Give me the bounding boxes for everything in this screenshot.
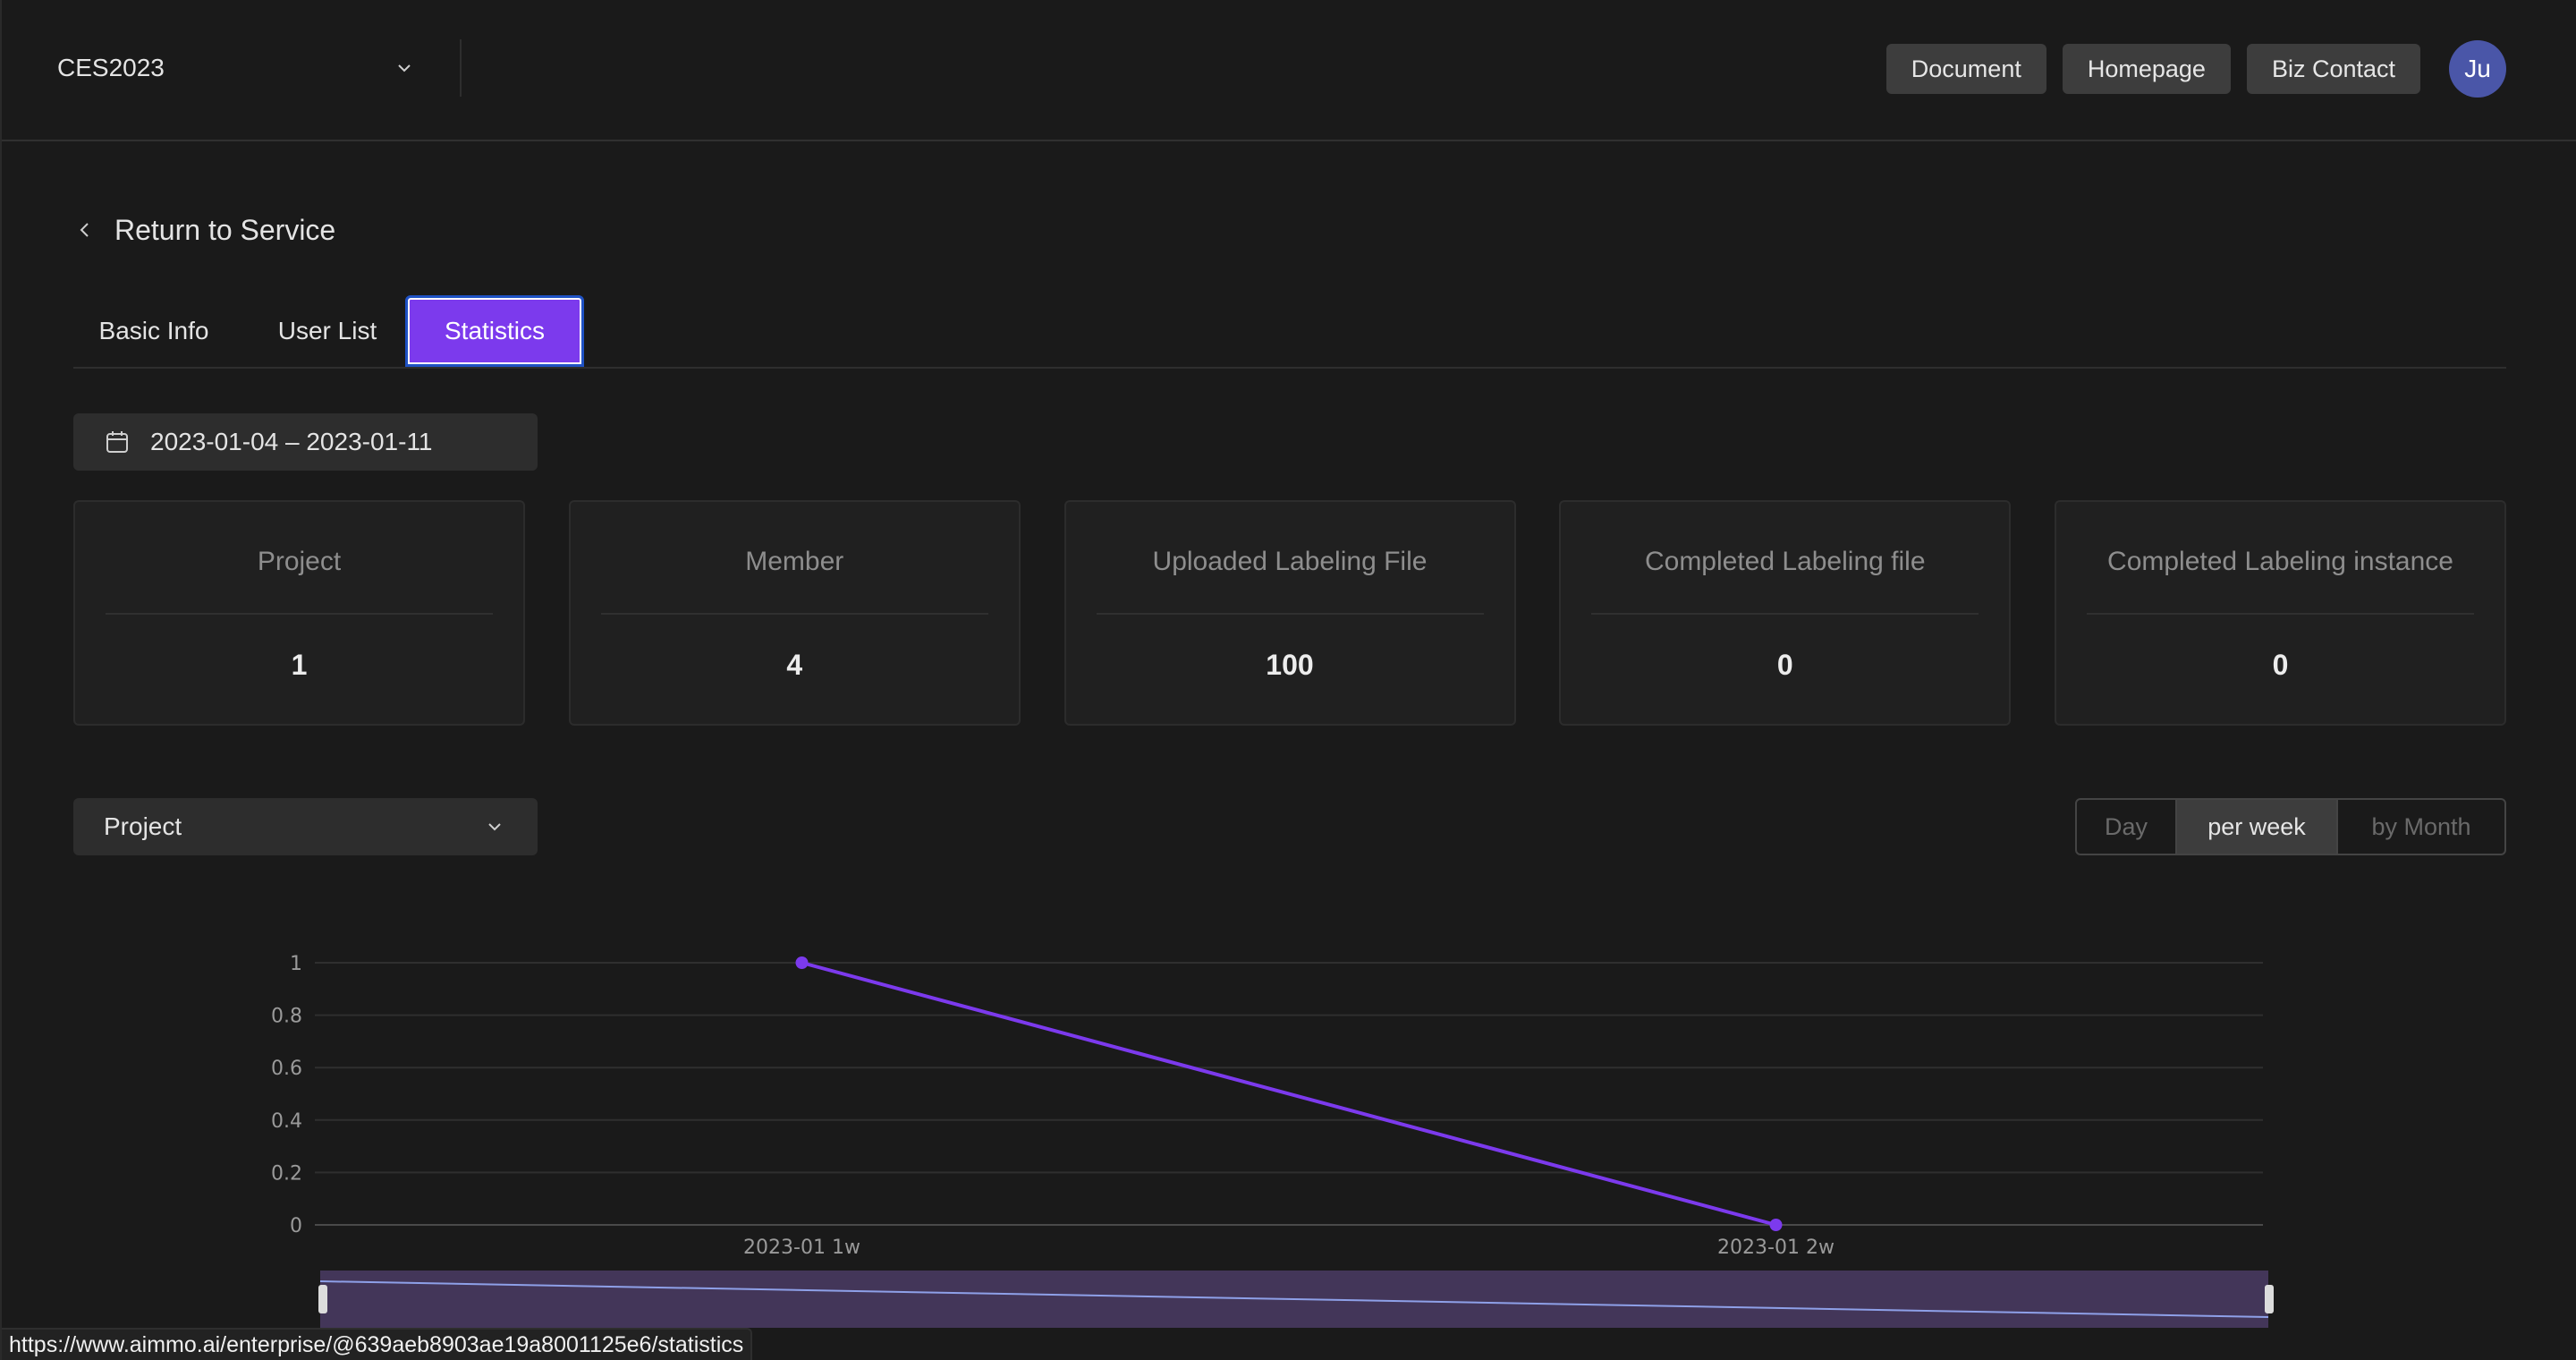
period-toggle: Day per week by Month <box>2075 798 2506 855</box>
date-range-picker[interactable]: 2023-01-04 – 2023-01-11 <box>73 413 538 471</box>
data-point <box>795 956 809 969</box>
period-day-button[interactable]: Day <box>2077 800 2177 854</box>
stat-divider <box>1591 613 1979 615</box>
data-point <box>1769 1219 1783 1231</box>
tab-basic-info[interactable]: Basic Info <box>73 295 234 367</box>
stat-title: Completed Labeling instance <box>2107 547 2453 576</box>
data-zoom-end-handle[interactable] <box>2265 1285 2274 1313</box>
status-bar-url: https://www.aimmo.ai/enterprise/@639aeb8… <box>2 1328 753 1360</box>
top-header: CES2023 Document Homepage Biz Contact Ju <box>2 0 2576 141</box>
stat-divider <box>2087 613 2474 615</box>
stat-title: Project <box>257 547 342 576</box>
series-line <box>801 961 1777 1227</box>
stat-divider <box>600 613 988 615</box>
y-tick-label: 0.6 <box>271 1058 302 1080</box>
stats-cards: Project 1 Member 4 Uploaded Labeling Fil… <box>73 500 2506 726</box>
stat-card-member: Member 4 <box>568 500 1021 726</box>
date-range-value: 2023-01-04 – 2023-01-11 <box>150 428 433 455</box>
stat-card-completed-labeling-instance: Completed Labeling instance 0 <box>2055 500 2506 726</box>
tab-statistics[interactable]: Statistics <box>405 295 584 367</box>
data-zoom-preview-line <box>320 1280 2268 1318</box>
period-month-button[interactable]: by Month <box>2338 800 2504 854</box>
stat-value: 1 <box>291 649 308 681</box>
chevron-down-icon <box>488 823 501 831</box>
stat-value: 0 <box>2272 649 2289 681</box>
stat-value: 0 <box>1776 649 1793 681</box>
x-tick-label: 2023-01 2w <box>1717 1237 1835 1259</box>
tab-user-list[interactable]: User List <box>243 295 411 367</box>
homepage-button[interactable]: Homepage <box>2062 44 2231 94</box>
stat-title: Uploaded Labeling File <box>1152 547 1428 576</box>
stat-value: 4 <box>786 649 803 681</box>
line-chart: 0 0.2 0.4 0.6 0.8 1 2023-01 1w 2023-01 2w <box>271 953 2263 1259</box>
header-divider <box>460 39 462 97</box>
tab-bar: Basic Info User List Statistics <box>73 295 2506 369</box>
data-zoom-start-handle[interactable] <box>318 1285 327 1313</box>
user-avatar[interactable]: Ju <box>2449 40 2506 98</box>
project-selector[interactable]: CES2023 <box>57 39 415 97</box>
return-to-service-label: Return to Service <box>114 213 336 246</box>
document-button[interactable]: Document <box>1885 44 2046 94</box>
chevron-down-icon <box>398 64 411 72</box>
stat-title: Completed Labeling file <box>1644 547 1926 576</box>
y-tick-label: 0.2 <box>271 1162 302 1185</box>
chart-metric-select-value: Project <box>104 812 182 840</box>
stat-divider <box>106 613 493 615</box>
chart-metric-select[interactable]: Project <box>73 798 538 855</box>
y-tick-label: 0.4 <box>271 1110 302 1133</box>
y-tick-label: 0.8 <box>271 1006 302 1028</box>
app-frame: CES2023 Document Homepage Biz Contact Ju… <box>0 0 2576 1360</box>
period-week-button[interactable]: per week <box>2177 800 2338 854</box>
chevron-left-icon <box>80 223 89 237</box>
y-tick-label: 1 <box>290 953 302 975</box>
stat-card-project: Project 1 <box>73 500 525 726</box>
y-tick-label: 0 <box>290 1215 302 1237</box>
calendar-icon <box>106 431 128 453</box>
biz-contact-button[interactable]: Biz Contact <box>2246 44 2420 94</box>
stat-card-completed-labeling-file: Completed Labeling file 0 <box>1559 500 2012 726</box>
stat-card-uploaded-labeling-file: Uploaded Labeling File 100 <box>1063 500 1516 726</box>
x-tick-label: 2023-01 1w <box>743 1237 860 1259</box>
stat-divider <box>1096 613 1484 615</box>
return-to-service-link[interactable]: Return to Service <box>77 208 335 252</box>
stat-value: 100 <box>1266 649 1314 681</box>
header-actions: Document Homepage Biz Contact Ju <box>1885 39 2506 98</box>
data-zoom-series-line <box>320 1280 2268 1318</box>
project-selector-label: CES2023 <box>57 54 165 81</box>
stat-title: Member <box>745 547 844 576</box>
data-zoom-slider[interactable] <box>318 1271 2274 1328</box>
